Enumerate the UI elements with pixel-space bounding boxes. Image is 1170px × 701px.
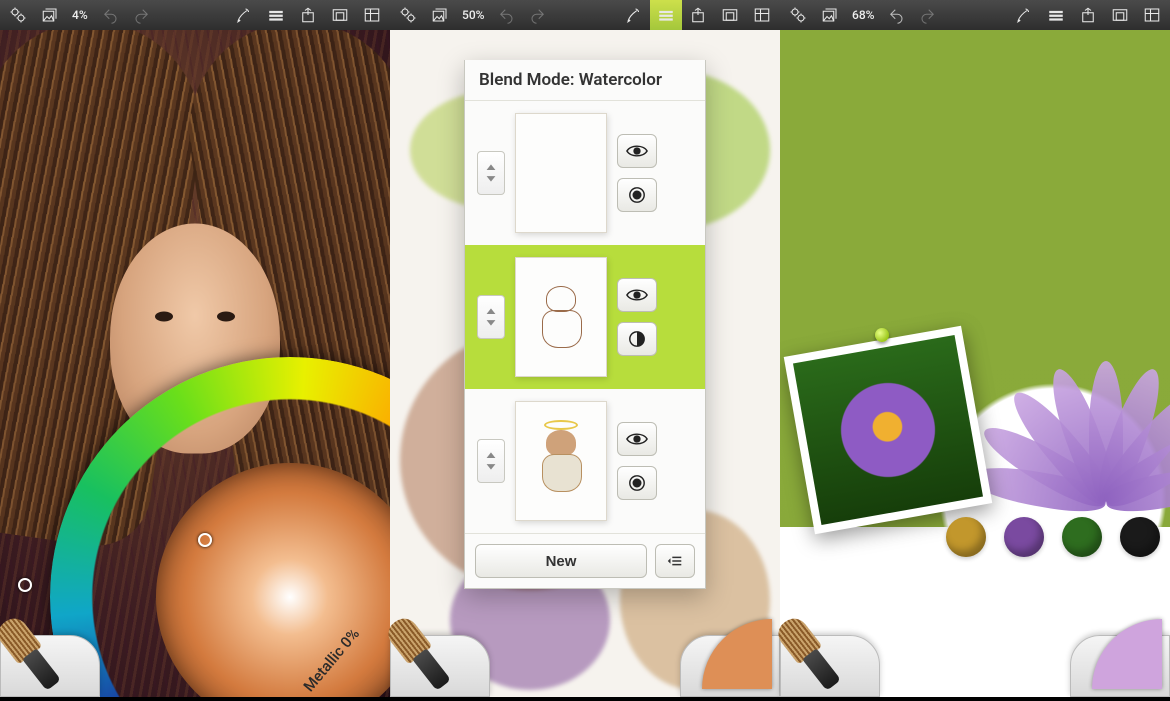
layers-icon[interactable] (1040, 0, 1072, 30)
fullscreen-icon[interactable] (1104, 0, 1136, 30)
layer-drag-handle[interactable] (477, 439, 505, 483)
zoom-level[interactable]: 50% (456, 0, 490, 30)
toolbar: 4% (0, 0, 390, 30)
paint-dab (946, 517, 986, 557)
settings-icon[interactable] (782, 0, 814, 30)
zoom-level[interactable]: 4% (66, 0, 94, 30)
opacity-mode-toggle[interactable] (617, 178, 657, 212)
layers-icon[interactable] (260, 0, 292, 30)
brush-tool-icon[interactable] (618, 0, 650, 30)
fullscreen-icon[interactable] (714, 0, 746, 30)
brush-tool-icon[interactable] (228, 0, 260, 30)
settings-icon[interactable] (2, 0, 34, 30)
current-color-swatch[interactable] (702, 619, 772, 689)
layer-row[interactable] (465, 101, 705, 245)
layer-thumbnail[interactable] (515, 257, 607, 377)
current-color-swatch[interactable] (1092, 619, 1162, 689)
reference-pin-icon (875, 328, 889, 342)
toolbar: 50% (390, 0, 780, 30)
paint-dab (1062, 517, 1102, 557)
layers-panel-title: Blend Mode: Watercolor (465, 60, 705, 101)
paint-dab (1120, 517, 1160, 557)
canvas[interactable]: Blend Mode: Watercolor (390, 30, 780, 697)
visibility-toggle[interactable] (617, 422, 657, 456)
gallery-icon[interactable] (424, 0, 456, 30)
app-pane-3: 68% (780, 0, 1170, 697)
layer-options-button[interactable] (655, 544, 695, 578)
settings-icon[interactable] (392, 0, 424, 30)
layer-drag-handle[interactable] (477, 151, 505, 195)
layer-row[interactable] (465, 245, 705, 389)
redo-icon[interactable] (126, 0, 158, 30)
paint-dabs (946, 517, 1170, 557)
layer-row[interactable] (465, 389, 705, 533)
shade-cursor[interactable] (198, 533, 212, 547)
brush-pod[interactable] (390, 617, 490, 697)
toolbar: 68% (780, 0, 1170, 30)
color-pod[interactable] (1070, 617, 1170, 697)
canvas[interactable] (780, 30, 1170, 697)
brush-pod[interactable] (780, 617, 880, 697)
undo-icon[interactable] (490, 0, 522, 30)
brush-pod[interactable] (0, 617, 100, 697)
share-icon[interactable] (292, 0, 324, 30)
visibility-toggle[interactable] (617, 278, 657, 312)
layers-icon[interactable] (650, 0, 682, 30)
gallery-icon[interactable] (814, 0, 846, 30)
reference-photo-image (793, 335, 983, 525)
fullscreen-icon[interactable] (324, 0, 356, 30)
layer-drag-handle[interactable] (477, 295, 505, 339)
gallery-icon[interactable] (34, 0, 66, 30)
brush-tool-icon[interactable] (1008, 0, 1040, 30)
share-icon[interactable] (682, 0, 714, 30)
layers-panel: Blend Mode: Watercolor (464, 60, 706, 589)
opacity-mode-toggle[interactable] (617, 466, 657, 500)
layer-thumbnail[interactable] (515, 113, 607, 233)
redo-icon[interactable] (912, 0, 944, 30)
app-pane-2: 50% Ble (390, 0, 780, 697)
visibility-toggle[interactable] (617, 134, 657, 168)
reference-icon[interactable] (356, 0, 388, 30)
app-pane-1: 4% (0, 0, 390, 697)
undo-icon[interactable] (880, 0, 912, 30)
redo-icon[interactable] (522, 0, 554, 30)
reference-icon[interactable] (746, 0, 778, 30)
layer-thumbnail[interactable] (515, 401, 607, 521)
paint-dab (1004, 517, 1044, 557)
color-pod[interactable] (680, 617, 780, 697)
painted-flower (956, 217, 1170, 457)
zoom-level[interactable]: 68% (846, 0, 880, 30)
share-icon[interactable] (1072, 0, 1104, 30)
reference-icon[interactable] (1136, 0, 1168, 30)
undo-icon[interactable] (94, 0, 126, 30)
hue-cursor[interactable] (18, 578, 32, 592)
opacity-mode-toggle[interactable] (617, 322, 657, 356)
canvas[interactable]: Metallic 0% (0, 30, 390, 697)
reference-photo[interactable] (784, 326, 993, 535)
new-layer-button[interactable]: New (475, 544, 647, 578)
